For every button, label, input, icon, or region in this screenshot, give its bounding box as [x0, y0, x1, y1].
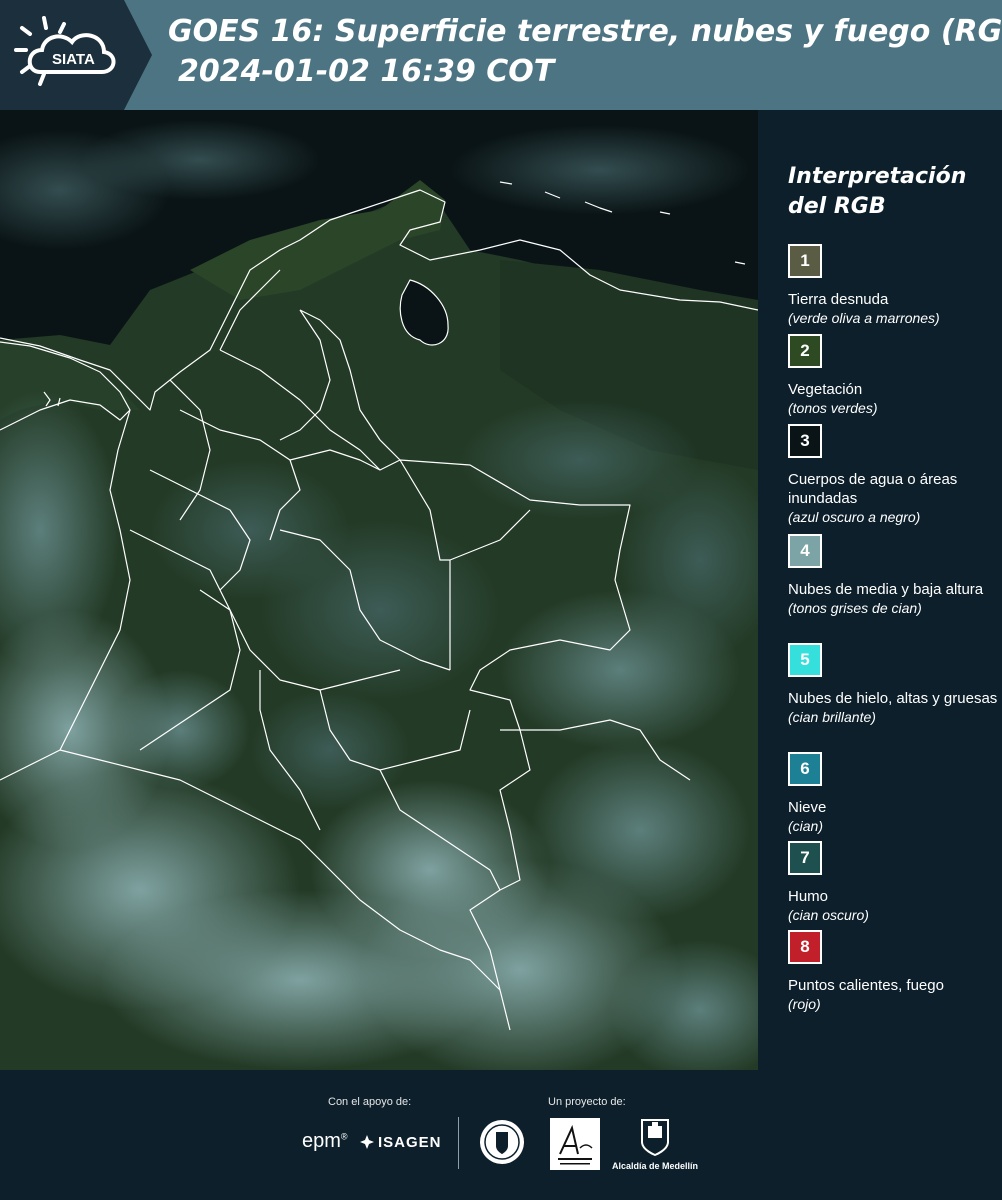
legend-desc: (azul oscuro a negro) — [788, 509, 921, 525]
isagen-mark-icon — [360, 1135, 374, 1149]
legend-desc: (rojo) — [788, 996, 821, 1012]
swatch-bright-cyan: 5 — [788, 643, 822, 677]
epm-wordmark: epm — [302, 1130, 341, 1152]
legend-desc: (cian brillante) — [788, 709, 876, 725]
page-header: SIATA GOES 16: Superficie terrestre, nub… — [0, 0, 1002, 110]
medellin-seal-logo — [480, 1120, 524, 1164]
legend-label: Cuerpos de agua o áreas inundadas — [788, 471, 958, 507]
legend-label: Nieve — [788, 799, 827, 816]
siata-wordmark: SIATA — [52, 51, 95, 68]
epm-logo: epm® — [302, 1130, 348, 1152]
project-label: Un proyecto de: — [548, 1096, 626, 1108]
isagen-wordmark: ISAGEN — [378, 1134, 442, 1151]
support-label: Con el apoyo de: — [328, 1096, 412, 1108]
page-title: GOES 16: Superficie terrestre, nubes y f… — [168, 14, 1002, 49]
siata-logo: SIATA — [0, 0, 152, 110]
legend-panel: Interpretación del RGB 1 Tierra desnuda … — [758, 110, 1002, 1070]
legend-item-1: 1 Tierra desnuda (verde oliva a marrones… — [788, 244, 998, 328]
swatch-grey-cyan: 4 — [788, 534, 822, 568]
legend-label: Vegetación — [788, 381, 863, 398]
legend-label: Nubes de hielo, altas y gruesas — [788, 690, 998, 707]
legend-label: Nubes de media y baja altura — [788, 581, 984, 598]
legend-label: Puntos calientes, fuego — [788, 977, 944, 994]
legend-item-8: 8 Puntos calientes, fuego (rojo) — [788, 930, 998, 1014]
legend-label: Humo — [788, 888, 829, 905]
isagen-logo: ISAGEN — [360, 1134, 442, 1151]
legend-desc: (tonos verdes) — [788, 400, 878, 416]
swatch-black: 3 — [788, 424, 822, 458]
legend-desc: (tonos grises de cian) — [788, 600, 922, 616]
page-timestamp: 2024-01-02 16:39 COT — [178, 54, 555, 89]
legend-item-2: 2 Vegetación (tonos verdes) — [788, 334, 998, 418]
footer-divider — [458, 1117, 459, 1169]
legend-item-6: 6 Nieve (cian) — [788, 752, 998, 836]
alcaldia-label: Alcaldía de Medellín — [612, 1161, 699, 1171]
legend-label: Tierra desnuda — [788, 291, 889, 308]
legend-desc: (cian) — [788, 818, 824, 834]
goes16-rgb-satellite-map — [0, 110, 758, 1070]
legend-item-3: 3 Cuerpos de agua o áreas inundadas (azu… — [788, 424, 998, 527]
alcaldia-medellin-logo — [641, 1119, 669, 1156]
legend-item-4: 4 Nubes de media y baja altura (tonos gr… — [788, 534, 998, 618]
swatch-red: 8 — [788, 930, 822, 964]
page-footer: Con el apoyo de: Un proyecto de: epm® IS… — [0, 1070, 1002, 1200]
legend-item-5: 5 Nubes de hielo, altas y gruesas (cian … — [788, 643, 998, 727]
legend-desc: (cian oscuro) — [788, 907, 869, 923]
sun-cloud-icon: SIATA — [0, 0, 152, 110]
swatch-olive: 1 — [788, 244, 822, 278]
swatch-green: 2 — [788, 334, 822, 368]
satellite-map — [0, 110, 758, 1070]
legend-desc: (verde oliva a marrones) — [788, 310, 940, 326]
legend-title: Interpretación del RGB — [788, 164, 967, 219]
swatch-cyan: 6 — [788, 752, 822, 786]
swatch-dark-cyan: 7 — [788, 841, 822, 875]
legend-item-7: 7 Humo (cian oscuro) — [788, 841, 998, 925]
area-metropolitana-logo — [550, 1118, 600, 1170]
